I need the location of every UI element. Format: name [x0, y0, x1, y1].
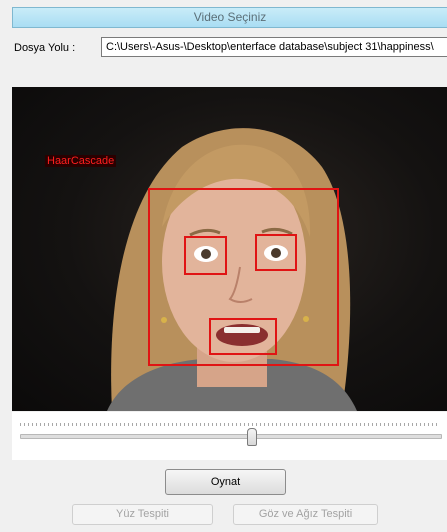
- left-eye-detection-box: [184, 236, 227, 275]
- slider-track[interactable]: [20, 434, 442, 439]
- file-path-input[interactable]: C:\Users\-Asus-\Desktop\enterface databa…: [101, 37, 447, 57]
- eye-mouth-detect-button[interactable]: Göz ve Ağız Tespiti: [233, 504, 378, 525]
- play-button[interactable]: Oynat: [165, 469, 286, 495]
- video-seek-slider[interactable]: [12, 412, 447, 460]
- mouth-detection-box: [209, 318, 277, 355]
- select-video-button[interactable]: Video Seçiniz: [12, 7, 447, 28]
- haar-cascade-label: HaarCascade: [45, 155, 117, 167]
- face-detect-button[interactable]: Yüz Tespiti: [72, 504, 213, 525]
- file-path-label: Dosya Yolu :: [14, 42, 76, 54]
- slider-ticks: [20, 423, 440, 426]
- right-eye-detection-box: [255, 234, 297, 271]
- video-frame: HaarCascade: [12, 87, 447, 411]
- slider-thumb[interactable]: [247, 428, 257, 446]
